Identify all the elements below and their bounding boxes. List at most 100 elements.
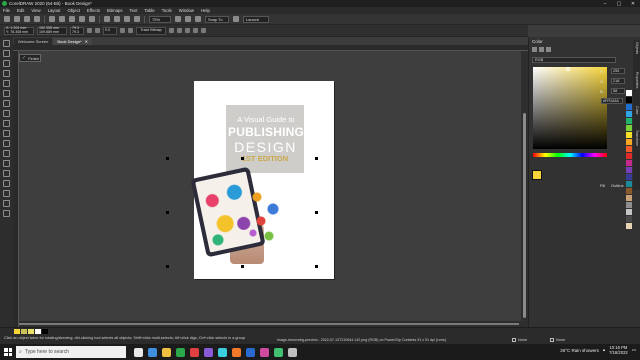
network-icon[interactable]: ▴ [603, 347, 605, 353]
weather-widget[interactable]: 26°C Rain showers [560, 348, 599, 353]
size-fields[interactable]: 152.355 mm 109.889 mm [37, 26, 67, 35]
color-field[interactable] [533, 67, 607, 149]
cover-title-publishing[interactable]: PUBLISHING [228, 125, 304, 139]
clock[interactable]: 10:16 PM 7/16/2022 [609, 345, 628, 355]
rotation-field[interactable]: 0.0 [103, 26, 117, 35]
undo-icon[interactable] [79, 16, 85, 22]
palette-swatch[interactable] [626, 104, 632, 111]
rulers-icon[interactable] [185, 16, 191, 22]
shape-tool-icon[interactable] [3, 50, 10, 57]
eyedropper-tool-icon[interactable] [3, 180, 10, 187]
selection-handle-bottom-center[interactable] [241, 265, 244, 268]
taskbar-app-icon[interactable] [232, 347, 241, 357]
menu-object[interactable]: Object [68, 8, 80, 13]
zoom-tool-icon[interactable] [3, 70, 10, 77]
position-fields[interactable]: X: 1.204 mm Y: 76.308 mm [4, 26, 34, 35]
cover-subtitle[interactable]: A Visual Guide to [230, 115, 302, 124]
dock-tab-transform[interactable]: Transform [635, 130, 639, 146]
taskbar-app-icon[interactable] [176, 347, 185, 357]
document-palette-swatch[interactable] [42, 329, 48, 334]
palette-swatch[interactable] [626, 195, 632, 202]
menu-bitmaps[interactable]: Bitmaps [107, 8, 123, 13]
taskbar-app-icon[interactable] [246, 347, 255, 357]
vertical-scroll-thumb[interactable] [523, 113, 526, 318]
mirror-horizontal-icon[interactable] [120, 28, 125, 33]
color-palettes-icon[interactable] [546, 47, 551, 52]
outline-button-label[interactable]: Outline [611, 183, 624, 188]
smart-fill-tool-icon[interactable] [3, 200, 10, 207]
copy-icon[interactable] [59, 16, 65, 22]
ellipse-tool-icon[interactable] [3, 110, 10, 117]
text-tool-icon[interactable] [3, 130, 10, 137]
taskbar-app-icon[interactable] [218, 347, 227, 357]
palette-swatch[interactable] [626, 181, 632, 188]
selection-handle-middle-right[interactable] [315, 211, 318, 214]
freehand-tool-icon[interactable] [3, 80, 10, 87]
notifications-icon[interactable]: ▭ [632, 347, 636, 353]
rectangle-tool-icon[interactable] [3, 100, 10, 107]
search-content-icon[interactable] [104, 16, 110, 22]
menu-layout[interactable]: Layout [48, 8, 61, 13]
palette-swatch[interactable] [626, 209, 632, 216]
cover-title-design[interactable]: DESIGN [228, 139, 303, 155]
color-splash-image[interactable] [245, 185, 285, 245]
palette-swatch[interactable] [626, 167, 632, 174]
selection-handle-top-center[interactable] [241, 157, 244, 160]
new-document-icon[interactable] [4, 16, 10, 22]
taskbar-app-icon[interactable] [148, 347, 157, 357]
selection-handle-top-right[interactable] [315, 157, 318, 160]
scale-fields[interactable]: 79.3 79.3 [70, 26, 84, 35]
menu-effects[interactable]: Effects [87, 8, 100, 13]
tab-welcome-screen[interactable]: Welcome Screen [14, 38, 53, 45]
snap-to-dropdown[interactable]: Snap To [205, 15, 229, 23]
crop-tool-icon[interactable] [3, 60, 10, 67]
add-tool-icon[interactable] [3, 210, 10, 217]
drop-shadow-tool-icon[interactable] [3, 160, 10, 167]
selection-handle-top-left[interactable] [166, 157, 169, 160]
color-model-select[interactable]: RGB [532, 57, 616, 63]
document-palette-swatch[interactable] [21, 329, 27, 334]
palette-swatch[interactable] [626, 202, 632, 209]
save-icon[interactable] [24, 16, 30, 22]
palette-swatch[interactable] [626, 223, 632, 230]
dock-tab-objects[interactable]: Objects [635, 42, 639, 54]
menu-view[interactable]: View [31, 8, 40, 13]
document-palette-swatch[interactable] [28, 329, 34, 334]
menu-window[interactable]: Window [179, 8, 194, 13]
palette-swatch[interactable] [626, 146, 632, 153]
maximize-button[interactable]: ▢ [612, 0, 626, 7]
trace-bitmap-button[interactable]: Trace Bitmap [136, 26, 166, 35]
document-palette-swatch[interactable] [35, 329, 41, 334]
palette-swatch[interactable] [626, 97, 632, 104]
palette-swatch[interactable] [626, 139, 632, 146]
selection-handle-middle-left[interactable] [166, 211, 169, 214]
hue-slider[interactable] [533, 153, 607, 157]
start-button[interactable] [0, 344, 16, 360]
menu-table[interactable]: Table [144, 8, 154, 13]
color-viewer-icon[interactable] [532, 47, 537, 52]
mirror-vertical-icon[interactable] [128, 28, 133, 33]
lock-ratio-icon[interactable] [87, 28, 92, 33]
crop-icon[interactable] [169, 28, 174, 33]
taskbar-search-input[interactable]: ⌕ Type here to search [16, 346, 126, 358]
taskbar-app-icon[interactable] [134, 347, 143, 357]
resample-icon[interactable] [185, 28, 190, 33]
cut-icon[interactable] [49, 16, 55, 22]
palette-swatch[interactable] [626, 160, 632, 167]
edit-bitmap-icon[interactable] [177, 28, 182, 33]
status-fill[interactable]: None [512, 338, 527, 342]
taskbar-app-icon[interactable] [288, 347, 297, 357]
status-outline[interactable]: None [550, 338, 565, 342]
open-icon[interactable] [14, 16, 20, 22]
red-value-field[interactable]: 255 [611, 68, 625, 74]
palette-swatch[interactable] [626, 90, 632, 97]
fill-button-label[interactable]: Fill [600, 183, 605, 188]
color-field-marker[interactable] [566, 67, 570, 71]
taskbar-app-icon[interactable] [162, 347, 171, 357]
options-icon[interactable] [233, 16, 239, 22]
dock-tab-properties[interactable]: Properties [635, 72, 639, 88]
parallel-dimension-tool-icon[interactable] [3, 140, 10, 147]
palette-swatch[interactable] [626, 125, 632, 132]
wrap-text-icon[interactable] [193, 28, 198, 33]
grid-icon[interactable] [195, 16, 201, 22]
